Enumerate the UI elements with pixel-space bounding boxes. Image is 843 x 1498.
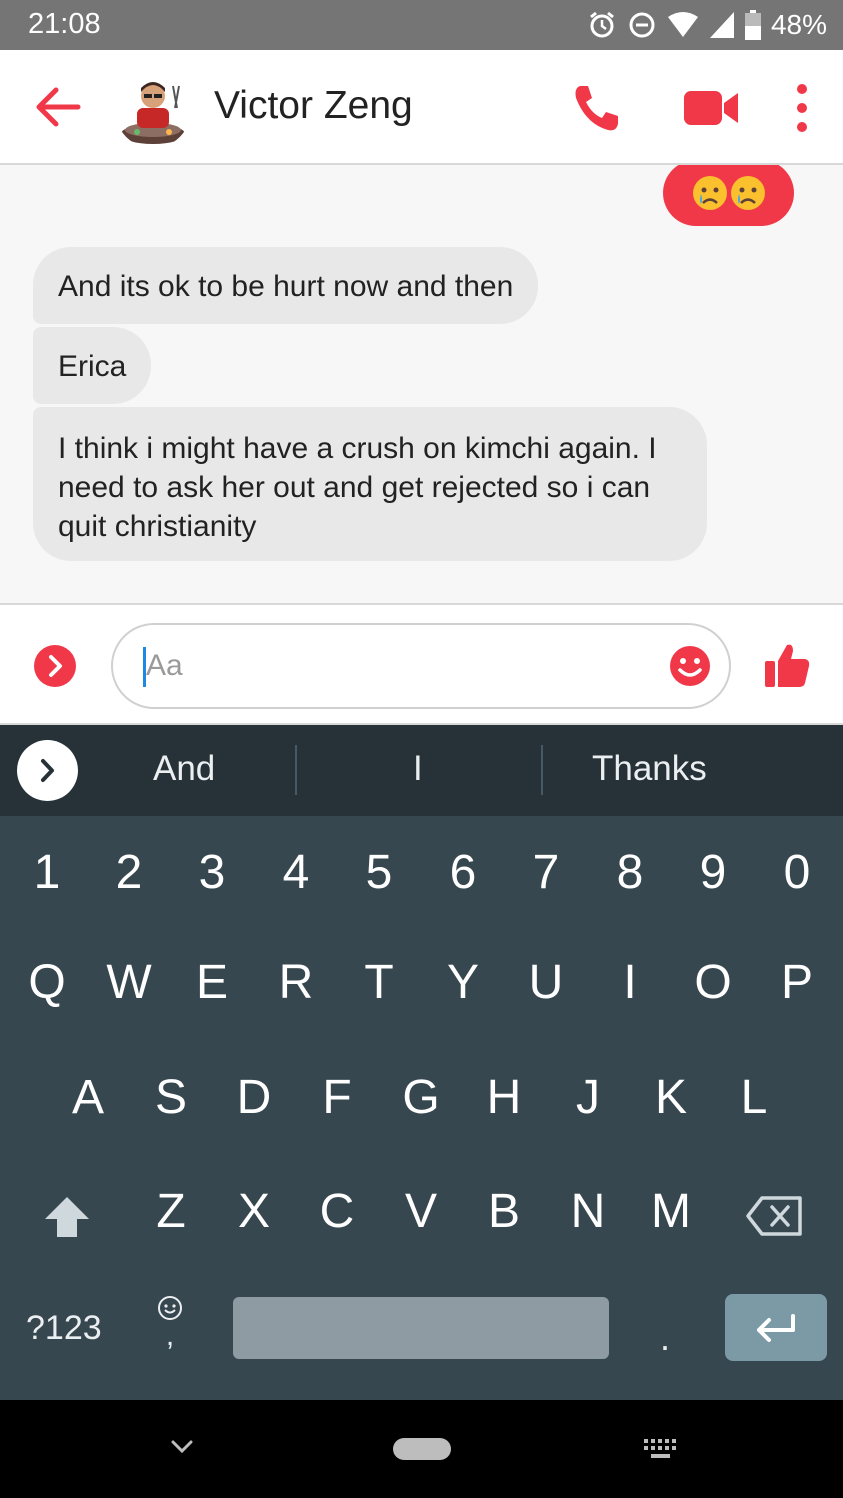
status-time: 21:08 <box>28 8 101 40</box>
key[interactable]: A <box>56 1070 120 1125</box>
sent-message-emoji[interactable] <box>663 165 794 226</box>
message-composer: Aa <box>0 603 843 725</box>
chat-header: Victor Zeng <box>0 50 843 165</box>
suggestion-expand-button[interactable] <box>17 740 78 801</box>
emoji-comma-key[interactable]: , <box>152 1295 188 1359</box>
key[interactable]: H <box>472 1070 536 1125</box>
key[interactable]: Y <box>431 955 495 1010</box>
key[interactable]: T <box>347 955 411 1010</box>
chevron-right-icon <box>49 655 62 677</box>
key[interactable]: W <box>97 955 161 1010</box>
key[interactable]: 4 <box>264 845 328 900</box>
do-not-disturb-icon <box>629 12 655 38</box>
status-bar: 21:08 48% <box>0 0 843 50</box>
avatar[interactable] <box>115 72 191 148</box>
key[interactable]: R <box>264 955 328 1010</box>
key[interactable]: F <box>305 1070 369 1125</box>
symbols-key[interactable]: ?123 <box>26 1309 102 1348</box>
nav-home-pill[interactable] <box>393 1438 451 1460</box>
space-bar[interactable] <box>233 1297 609 1359</box>
suggestion-word[interactable]: Thanks <box>592 749 707 789</box>
key[interactable]: 8 <box>598 845 662 900</box>
key[interactable]: X <box>222 1184 286 1239</box>
thumbs-up-icon[interactable] <box>763 641 811 689</box>
received-message[interactable]: Erica <box>33 327 152 404</box>
alarm-icon <box>590 11 614 38</box>
key[interactable]: V <box>389 1184 453 1239</box>
key[interactable]: I <box>598 955 662 1010</box>
key[interactable]: E <box>180 955 244 1010</box>
key[interactable]: Z <box>139 1184 203 1239</box>
key[interactable]: 6 <box>431 845 495 900</box>
suggestion-strip: And I Thanks <box>0 725 843 816</box>
nav-down-chevron-icon[interactable] <box>170 1435 194 1459</box>
suggestion-divider <box>541 745 543 795</box>
key[interactable]: J <box>556 1070 620 1125</box>
key[interactable]: 5 <box>347 845 411 900</box>
shift-icon[interactable] <box>43 1193 91 1241</box>
key[interactable]: 7 <box>514 845 578 900</box>
key[interactable]: 9 <box>681 845 745 900</box>
suggestion-divider <box>295 745 297 795</box>
received-message[interactable]: I think i might have a crush on kimchi a… <box>33 407 707 561</box>
period-key[interactable]: . <box>660 1317 670 1359</box>
key[interactable]: S <box>139 1070 203 1125</box>
status-icons: 48% <box>587 8 827 42</box>
back-arrow-icon[interactable] <box>30 80 84 134</box>
suggestion-word[interactable]: I <box>413 749 423 789</box>
phone-icon[interactable] <box>570 82 622 134</box>
more-options-icon[interactable] <box>790 82 814 134</box>
smiley-icon <box>158 1296 182 1320</box>
message-list[interactable]: And its ok to be hurt now and then Erica… <box>0 165 843 603</box>
key[interactable]: L <box>722 1070 786 1125</box>
video-camera-icon[interactable] <box>684 87 740 129</box>
emoji-picker-icon[interactable] <box>669 645 711 687</box>
key[interactable]: 0 <box>765 845 829 900</box>
key[interactable]: C <box>305 1184 369 1239</box>
key[interactable]: O <box>681 955 745 1010</box>
message-input-placeholder: Aa <box>146 649 183 682</box>
key[interactable]: M <box>639 1184 703 1239</box>
enter-arrow-icon <box>757 1314 795 1342</box>
message-input[interactable]: Aa <box>111 623 731 709</box>
key[interactable]: Q <box>15 955 79 1010</box>
key[interactable]: U <box>514 955 578 1010</box>
key[interactable]: G <box>389 1070 453 1125</box>
expand-actions-button[interactable] <box>34 645 76 687</box>
key[interactable]: P <box>765 955 829 1010</box>
crying-face-icon <box>692 176 727 210</box>
key[interactable]: 1 <box>15 845 79 900</box>
comma-label: , <box>165 1319 175 1352</box>
key[interactable]: D <box>222 1070 286 1125</box>
signal-icon <box>709 12 734 38</box>
crying-face-icon <box>730 176 765 210</box>
keyboard-switch-icon[interactable] <box>643 1438 679 1460</box>
chevron-right-icon <box>41 759 54 782</box>
wifi-icon <box>667 12 698 37</box>
key[interactable]: N <box>556 1184 620 1239</box>
key[interactable]: 3 <box>180 845 244 900</box>
battery-icon <box>744 10 761 40</box>
enter-key[interactable] <box>725 1294 827 1361</box>
soft-keyboard: And I Thanks 1 2 3 4 5 6 7 8 9 0 Q W E R… <box>0 725 843 1400</box>
key[interactable]: K <box>639 1070 703 1125</box>
backspace-icon[interactable] <box>746 1194 804 1238</box>
battery-percent: 48% <box>770 9 827 40</box>
key[interactable]: B <box>472 1184 536 1239</box>
contact-name[interactable]: Victor Zeng <box>214 84 413 128</box>
key[interactable]: 2 <box>97 845 161 900</box>
suggestion-word[interactable]: And <box>153 749 215 789</box>
received-message[interactable]: And its ok to be hurt now and then <box>33 247 539 324</box>
